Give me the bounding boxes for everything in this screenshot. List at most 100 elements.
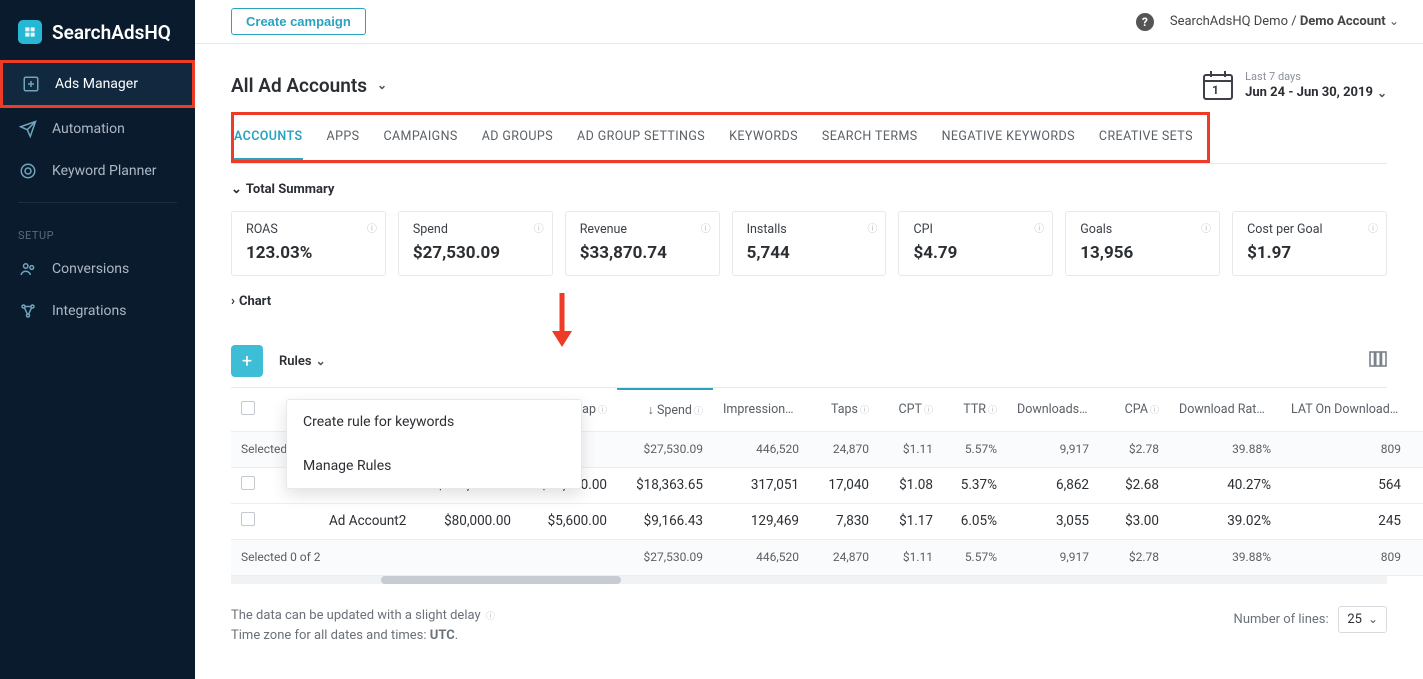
col-cpa[interactable]: CPAⓘ <box>1099 389 1169 431</box>
info-icon[interactable]: ⓘ <box>1368 220 1378 235</box>
horizontal-scrollbar[interactable] <box>231 576 1387 584</box>
org-name: SearchAdsHQ Demo / <box>1170 14 1300 29</box>
target-icon <box>18 162 38 180</box>
tab-apps[interactable]: APPS <box>327 127 360 160</box>
add-button[interactable]: + <box>231 345 263 377</box>
card-cost-per-goal: ⓘCost per Goal$1.97 <box>1232 211 1387 276</box>
table-row[interactable]: Ad Account2 $80,000.00$5,600.00$9,166.43… <box>231 503 1423 539</box>
help-icon[interactable]: ? <box>1136 13 1154 31</box>
info-icon[interactable]: ⓘ <box>867 220 877 235</box>
info-icon[interactable]: ⓘ <box>701 220 711 235</box>
card-spend: ⓘSpend$27,530.09 <box>398 211 553 276</box>
total-summary-toggle[interactable]: ⌄ Total Summary <box>231 182 1387 197</box>
row-checkbox[interactable] <box>241 512 255 526</box>
chevron-down-icon: ⌄ <box>377 78 387 92</box>
col-ttr[interactable]: TTRⓘ <box>943 389 1007 431</box>
footer-note-1: The data can be updated with a slight de… <box>231 608 481 623</box>
row-checkbox[interactable] <box>241 476 255 490</box>
info-icon[interactable]: ⓘ <box>367 220 377 235</box>
col-checkbox[interactable] <box>231 389 275 431</box>
tab-ad-group-settings[interactable]: AD GROUP SETTINGS <box>577 127 705 160</box>
account-switcher[interactable]: SearchAdsHQ Demo / Demo Account ⌄ <box>1170 14 1399 29</box>
col-la[interactable]: LA <box>1411 389 1423 431</box>
col-taps[interactable]: Tapsⓘ <box>809 389 879 431</box>
brand: SearchAdsHQ <box>0 14 195 60</box>
svg-text:1: 1 <box>1212 83 1219 97</box>
selected-label: Selected 0 of 2 <box>231 539 425 575</box>
date-label: Last 7 days <box>1245 70 1387 83</box>
col-download-rate[interactable]: Download Rateⓘ <box>1169 389 1281 431</box>
sidebar-item-label: Automation <box>52 121 125 137</box>
calendar-icon: 1 <box>1201 68 1235 102</box>
table-toolbar: + Rules ⌄ <box>195 323 1423 387</box>
topbar: Create campaign ? SearchAdsHQ Demo / Dem… <box>195 0 1423 44</box>
nodes-icon <box>18 302 38 320</box>
account-name: Demo Account <box>1300 14 1386 29</box>
chevron-down-icon: ⌄ <box>1377 86 1387 100</box>
lines-select[interactable]: 25 ⌄ <box>1338 606 1387 633</box>
date-range-picker[interactable]: 1 Last 7 days Jun 24 - Jun 30, 2019 ⌄ <box>1201 68 1387 102</box>
highlight-ads-manager: Ads Manager <box>0 60 195 108</box>
total-summary-label: Total Summary <box>246 182 335 197</box>
create-campaign-button[interactable]: Create campaign <box>231 8 366 35</box>
info-icon[interactable]: ⓘ <box>1034 220 1044 235</box>
users-icon <box>18 260 38 278</box>
tab-negative-keywords[interactable]: NEGATIVE KEYWORDS <box>942 127 1075 160</box>
divider <box>18 202 177 203</box>
footer-note-2-prefix: Time zone for all dates and times: <box>231 628 430 643</box>
footer-timezone: UTC <box>430 628 455 643</box>
sidebar-item-automation[interactable]: Automation <box>0 108 195 150</box>
col-impressions[interactable]: Impressionsⓘ <box>713 389 809 431</box>
sidebar-item-label: Integrations <box>52 303 126 319</box>
sidebar-item-ads-manager[interactable]: Ads Manager <box>3 63 192 105</box>
table-summary-row-bottom: Selected 0 of 2 $27,530.09446,52024,870$… <box>231 539 1423 575</box>
paper-plane-icon <box>18 120 38 138</box>
tab-creative-sets[interactable]: CREATIVE SETS <box>1099 127 1193 160</box>
chevron-down-icon: ⌄ <box>1389 14 1399 28</box>
summary-cards: ⓘROAS123.03% ⓘSpend$27,530.09 ⓘRevenue$3… <box>231 211 1387 276</box>
info-icon[interactable]: ⓘ <box>1201 220 1211 235</box>
lines-label: Number of lines: <box>1234 612 1329 627</box>
tab-keywords[interactable]: KEYWORDS <box>729 127 798 160</box>
highlight-tabs: ACCOUNTS APPS CAMPAIGNS AD GROUPS AD GRO… <box>231 112 1210 163</box>
card-roas: ⓘROAS123.03% <box>231 211 386 276</box>
rules-dropdown-button[interactable]: Rules ⌄ <box>279 354 326 369</box>
col-cpt[interactable]: CPTⓘ <box>879 389 943 431</box>
plus-square-icon <box>21 75 41 93</box>
sidebar-item-keyword-planner[interactable]: Keyword Planner <box>0 150 195 192</box>
row-name: Ad Account2 <box>319 503 425 539</box>
chevron-down-icon: ⌄ <box>316 354 326 368</box>
sidebar-item-label: Conversions <box>52 261 129 277</box>
col-spend[interactable]: ↓ Spendⓘ <box>617 389 713 431</box>
col-downloads[interactable]: Downloadsⓘ <box>1007 389 1099 431</box>
menu-create-rule-for-keywords[interactable]: Create rule for keywords <box>287 400 581 444</box>
tab-ad-groups[interactable]: AD GROUPS <box>482 127 553 160</box>
sidebar-item-integrations[interactable]: Integrations <box>0 290 195 332</box>
sidebar: SearchAdsHQ Ads Manager Automation Keywo… <box>0 0 195 679</box>
card-installs: ⓘInstalls5,744 <box>732 211 887 276</box>
menu-manage-rules[interactable]: Manage Rules <box>287 444 581 488</box>
brand-label: SearchAdsHQ <box>52 21 171 44</box>
tab-campaigns[interactable]: CAMPAIGNS <box>383 127 457 160</box>
chart-label: Chart <box>239 294 271 309</box>
page-header: All Ad Accounts ⌄ 1 Last 7 days Jun 24 -… <box>195 44 1423 112</box>
chevron-down-icon: ⌄ <box>1368 612 1378 626</box>
chart-toggle[interactable]: › Chart <box>231 294 1387 309</box>
sidebar-item-conversions[interactable]: Conversions <box>0 248 195 290</box>
tab-search-terms[interactable]: SEARCH TERMS <box>822 127 918 160</box>
date-range-value: Jun 24 - Jun 30, 2019 <box>1245 85 1373 100</box>
info-icon[interactable]: ⓘ <box>534 220 544 235</box>
chevron-down-icon: ⌄ <box>231 182 242 197</box>
chevron-right-icon: › <box>231 294 235 309</box>
main: Create campaign ? SearchAdsHQ Demo / Dem… <box>195 0 1423 679</box>
sidebar-item-label: Keyword Planner <box>52 163 157 179</box>
columns-icon[interactable] <box>1369 351 1387 371</box>
col-lat-on-downloads[interactable]: LAT On Downloadsⓘ <box>1281 389 1411 431</box>
card-goals: ⓘGoals13,956 <box>1065 211 1220 276</box>
page-title-dropdown[interactable]: All Ad Accounts ⌄ <box>231 74 387 97</box>
card-cpi: ⓘCPI$4.79 <box>898 211 1053 276</box>
info-icon[interactable]: ⓘ <box>486 612 495 622</box>
tab-accounts[interactable]: ACCOUNTS <box>234 127 303 160</box>
setup-label: SETUP <box>0 213 195 248</box>
brand-icon <box>18 20 42 44</box>
